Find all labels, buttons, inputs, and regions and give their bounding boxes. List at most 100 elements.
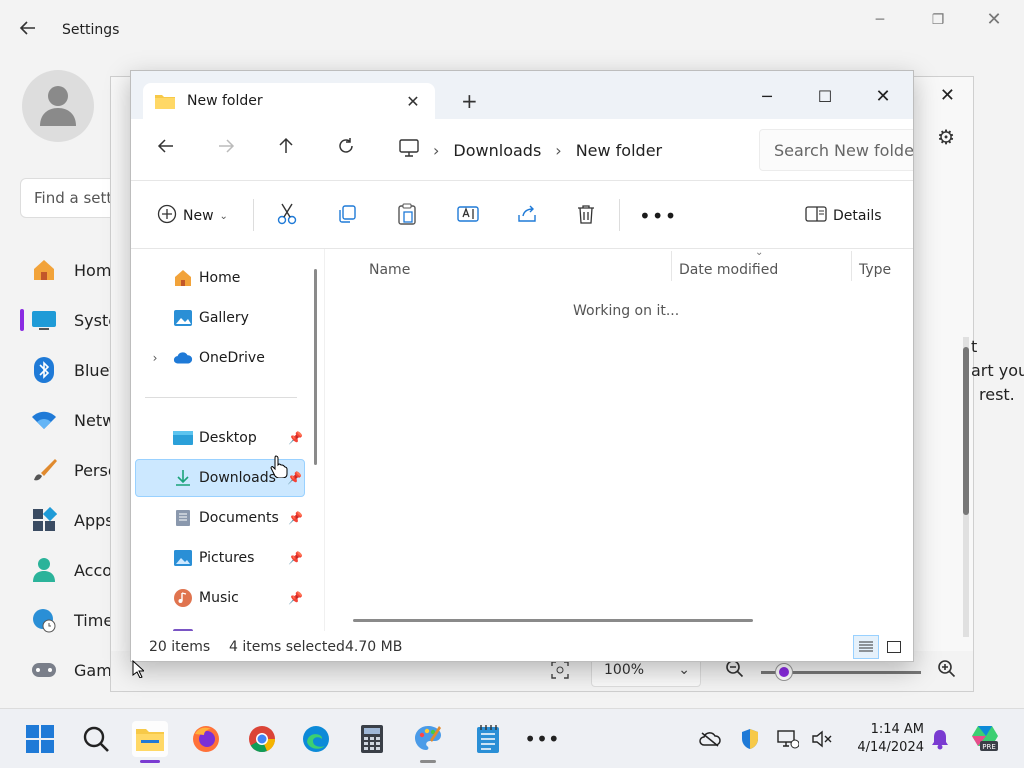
pin-icon[interactable]: 📌 [288, 591, 303, 605]
taskbar-notepad[interactable] [470, 721, 506, 757]
back-arrow-icon[interactable] [18, 18, 42, 42]
scroll-thumb[interactable] [963, 347, 969, 515]
nav-onedrive[interactable]: › OneDrive [135, 339, 305, 377]
file-explorer-window: New folder ✕ + ─ ☐ ✕ › Downloads › New f… [130, 70, 914, 662]
more-options-icon[interactable]: ••• [639, 203, 677, 229]
chevron-right-icon[interactable]: › [145, 351, 165, 365]
volume-muted-icon[interactable] [810, 727, 834, 751]
new-button[interactable]: New ⌄ [157, 203, 228, 229]
taskbar-edge[interactable] [298, 721, 334, 757]
nav-item-time-language[interactable]: Time & language [30, 600, 120, 640]
gallery-icon [173, 309, 193, 327]
zoom-out-icon[interactable] [725, 659, 747, 681]
search-input[interactable]: Search New folder [759, 129, 913, 171]
nav-home[interactable]: Home [135, 259, 305, 297]
nav-item-apps[interactable]: Apps [30, 500, 120, 540]
pin-icon[interactable]: 📌 [288, 511, 303, 525]
zoom-slider-thumb[interactable] [776, 664, 792, 680]
side-text-3: rest. [979, 385, 1015, 404]
nav-item-system[interactable]: System [30, 300, 120, 340]
close-icon[interactable]: ✕ [865, 79, 901, 115]
forward-arrow-icon[interactable] [211, 135, 241, 165]
cloud-icon [173, 349, 193, 367]
taskbar-firefox[interactable] [188, 721, 224, 757]
screenshot-icon[interactable] [551, 661, 571, 681]
nav-item-network[interactable]: Network & internet [30, 400, 120, 440]
vertical-scrollbar[interactable] [963, 337, 969, 637]
refresh-icon[interactable] [331, 135, 361, 165]
share-button[interactable] [517, 203, 537, 229]
nav-pane-scrollbar[interactable] [314, 269, 317, 465]
close-tab-icon[interactable]: ✕ [403, 92, 423, 111]
nav-desktop[interactable]: Desktop 📌 [135, 419, 305, 457]
chevron-right-icon[interactable]: › [555, 141, 561, 160]
search-button[interactable] [78, 721, 114, 757]
maximize-icon[interactable]: ☐ [807, 79, 843, 115]
column-date-modified[interactable]: Date modified [679, 257, 778, 283]
windows-icon [26, 725, 54, 753]
copy-button[interactable] [337, 203, 357, 229]
paste-button[interactable] [397, 203, 417, 229]
clock[interactable]: 1:14 AM 4/14/2024 [844, 721, 924, 757]
breadcrumb[interactable]: › Downloads › New folder [387, 129, 743, 171]
details-button[interactable]: Details [805, 203, 882, 229]
gear-icon[interactable]: ⚙ [937, 125, 955, 149]
breadcrumb-downloads[interactable]: Downloads [453, 141, 541, 160]
close-icon[interactable]: ✕ [940, 85, 955, 106]
back-arrow-icon[interactable] [151, 135, 181, 165]
column-divider[interactable] [851, 251, 852, 281]
breadcrumb-new-folder[interactable]: New folder [576, 141, 662, 160]
notification-bell-icon[interactable] [928, 727, 952, 751]
arrow-cursor-icon [132, 659, 146, 679]
column-name[interactable]: Name [369, 257, 410, 283]
minimize-icon[interactable]: ─ [868, 8, 892, 32]
close-icon[interactable]: ✕ [982, 8, 1006, 32]
pin-icon[interactable]: 📌 [288, 551, 303, 565]
find-setting-input[interactable]: Find a setting [20, 178, 120, 218]
nav-documents[interactable]: Documents 📌 [135, 499, 305, 537]
cut-button[interactable] [277, 203, 297, 229]
taskbar-chrome[interactable] [244, 721, 280, 757]
chevron-right-icon[interactable]: › [433, 141, 439, 160]
nav-music[interactable]: Music 📌 [135, 579, 305, 617]
details-view-icon[interactable] [853, 635, 879, 659]
nav-item-bluetooth[interactable]: Bluetooth & devices [30, 350, 120, 390]
nav-pictures[interactable]: Pictures 📌 [135, 539, 305, 577]
column-divider[interactable] [671, 251, 672, 281]
details-pane-icon [805, 206, 827, 226]
copilot-pre-icon[interactable]: PRE [970, 723, 1000, 753]
column-type[interactable]: Type [859, 257, 891, 283]
nav-gallery[interactable]: Gallery [135, 299, 305, 337]
pin-icon[interactable]: 📌 [288, 431, 303, 445]
avatar[interactable] [22, 70, 94, 142]
taskbar-paint[interactable] [410, 721, 446, 763]
rename-button[interactable] [457, 203, 479, 229]
zoom-in-icon[interactable] [937, 659, 959, 681]
new-tab-icon[interactable]: + [461, 91, 478, 111]
large-icons-view-icon[interactable] [881, 635, 907, 659]
svg-text:PRE: PRE [982, 743, 996, 751]
start-button[interactable] [22, 721, 58, 757]
restore-icon[interactable]: ❐ [926, 8, 950, 32]
minimize-icon[interactable]: ─ [749, 79, 785, 115]
nav-item-accounts[interactable]: Accounts [30, 550, 120, 590]
up-arrow-icon[interactable] [271, 135, 301, 165]
taskbar-overflow-icon[interactable]: ••• [524, 721, 560, 757]
nav-item-home[interactable]: Home [30, 250, 120, 290]
security-shield-icon[interactable] [738, 727, 762, 751]
horizontal-scroll-thumb[interactable] [353, 619, 753, 622]
active-indicator [140, 760, 160, 763]
delete-button[interactable] [577, 203, 595, 229]
tab-new-folder[interactable]: New folder ✕ [143, 83, 435, 119]
side-text-2: art you [971, 361, 1024, 380]
monitor-icon [30, 306, 58, 334]
network-icon[interactable] [776, 727, 800, 751]
taskbar-calculator[interactable] [354, 721, 390, 757]
nav-item-gaming[interactable]: Gaming [30, 650, 120, 690]
item-count: 20 items [149, 639, 211, 655]
onedrive-offline-icon[interactable] [698, 727, 722, 751]
clock-time: 1:14 AM [870, 722, 924, 737]
this-pc-icon[interactable] [399, 139, 419, 161]
taskbar-file-explorer[interactable] [132, 721, 168, 763]
nav-item-personalization[interactable]: Personalization [30, 450, 120, 490]
